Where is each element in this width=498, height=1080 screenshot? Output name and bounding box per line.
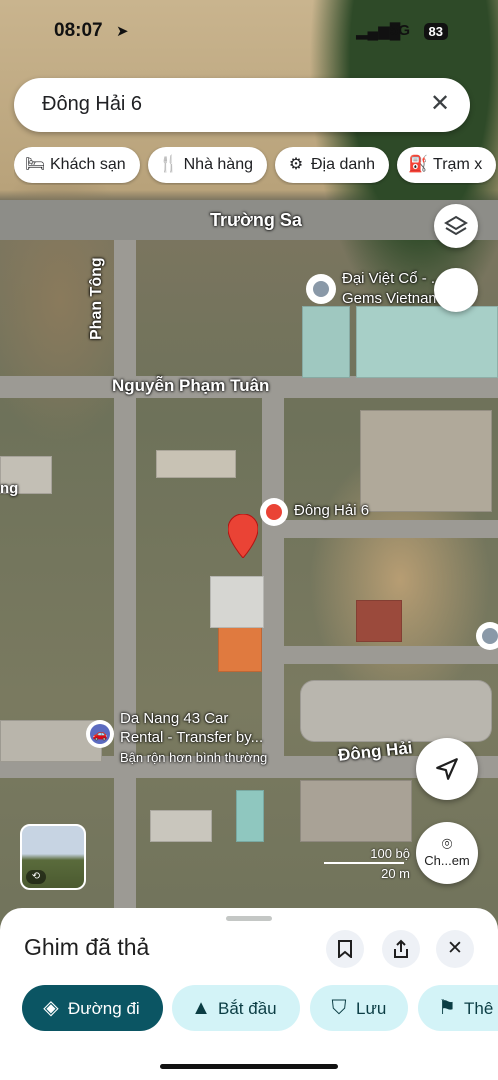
road-central — [262, 398, 284, 778]
compass-icon — [448, 286, 464, 294]
building-orange-roof — [218, 626, 262, 672]
directions-button[interactable]: ◈ Đường đi — [22, 985, 163, 1031]
status-network: 5G — [390, 22, 411, 39]
drag-handle[interactable] — [226, 916, 272, 921]
chip-label: Địa danh — [311, 156, 376, 173]
save-icon-button[interactable] — [326, 930, 364, 968]
scale-bar — [324, 862, 404, 864]
bookmark-icon — [338, 940, 352, 960]
scale-metric: 20 m — [381, 866, 410, 881]
layers-button[interactable] — [434, 204, 478, 248]
search-input[interactable]: Đông Hải 6 — [42, 93, 142, 116]
status-time: 08:07 — [54, 20, 103, 41]
start-label: Bắt đầu — [218, 999, 277, 1018]
bottom-sheet[interactable]: Ghim đã thả ✕ ◈ Đường đi ▲ Bắt đầu ⛉ Lưu ⚑ T… — [0, 908, 498, 1080]
flag-icon: ⚑ — [438, 997, 456, 1019]
close-sheet-button[interactable]: ✕ — [436, 930, 474, 968]
place-status-car-rental: Bận rộn hơn bình thường — [120, 750, 268, 765]
status-bar: 08:07 ➤ ▂▄▆█ 5G 83 — [0, 18, 498, 50]
search-bar[interactable]: Đông Hải 6 ✕ — [14, 78, 470, 132]
home-indicator[interactable] — [160, 1064, 338, 1069]
red-pin-dot-icon — [266, 504, 282, 520]
buildings-bottom-right — [300, 780, 412, 842]
camera-icon: ⌾ — [441, 834, 453, 854]
chip-landmarks[interactable]: ⚙ Địa danh — [275, 147, 390, 183]
street-label-phan-tong: Phan Tông — [88, 257, 105, 340]
location-arrow-icon: ➤ — [116, 23, 129, 40]
place-marker-dai-viet[interactable] — [306, 274, 336, 304]
chip-label: Trạm x — [433, 156, 483, 173]
buildings-bottom — [150, 810, 212, 842]
buildings-right — [360, 410, 492, 512]
place-marker-car-rental[interactable]: 🚗 — [86, 720, 114, 748]
recenter-button[interactable] — [416, 738, 478, 800]
dropped-pin-icon[interactable] — [228, 514, 258, 558]
plaza — [300, 680, 492, 742]
bed-icon: 🛏 — [24, 156, 46, 173]
road-phan-tong — [114, 240, 136, 908]
label-button[interactable]: ⚑ Thê — [418, 985, 498, 1031]
directions-label: Đường đi — [68, 999, 140, 1018]
place-marker-right-edge[interactable] — [476, 622, 498, 650]
navigation-arrow-icon: ▲ — [191, 997, 211, 1019]
scale-imperial: 100 bộ — [370, 846, 410, 861]
chip-label: Khách sạn — [50, 156, 126, 173]
label-label: Thê — [464, 999, 494, 1018]
building-red — [356, 600, 402, 642]
rotate-360-icon: ⟲ — [26, 870, 46, 884]
share-icon — [394, 939, 408, 958]
chip-restaurants[interactable]: 🍴 Nhà hàng — [147, 147, 267, 183]
lens-button[interactable]: ⌾ Ch...em — [416, 822, 478, 884]
chip-gas[interactable]: ⛽ Trạm x — [397, 147, 497, 183]
street-label-nguyen-pham-tuan: Nguyễn Phạm Tuân — [112, 376, 270, 395]
save-label: Lưu — [356, 999, 387, 1018]
street-view-thumbnail[interactable]: ⟲ — [20, 824, 86, 890]
gas-station-icon: ⛽ — [408, 156, 428, 173]
share-button[interactable] — [382, 930, 420, 968]
chip-hotels[interactable]: 🛏 Khách sạn — [14, 147, 140, 183]
close-icon[interactable]: ✕ — [424, 88, 456, 120]
bookmark-icon: ⛉ — [331, 997, 347, 1019]
place-label-dai-viet-2: Gems Vietnam — [342, 290, 441, 307]
place-dot-icon — [482, 628, 498, 644]
lens-label: Ch...em — [424, 853, 470, 868]
place-label-car-rental-1: Da Nang 43 Car — [120, 710, 229, 727]
save-button[interactable]: ⛉ Lưu — [310, 985, 408, 1031]
road-dong-hai-6 — [280, 520, 498, 538]
category-chips: 🛏 Khách sạn 🍴 Nhà hàng ⚙ Địa danh ⛽ Trạm x — [14, 147, 498, 185]
start-button[interactable]: ▲ Bắt đầu — [172, 985, 300, 1031]
place-dot-icon — [313, 281, 329, 297]
battery-icon: 83 — [423, 23, 448, 40]
layers-icon — [444, 215, 468, 236]
car-icon: 🚗 — [90, 724, 110, 744]
place-marker-dong-hai-6[interactable] — [260, 498, 288, 526]
building-grey-roof — [210, 576, 264, 628]
place-label-dong-hai-6: Đông Hải 6 — [294, 502, 370, 519]
place-label-car-rental-2: Rental - Transfer by... — [120, 729, 264, 746]
compass-button[interactable] — [434, 268, 478, 312]
chip-label: Nhà hàng — [183, 156, 253, 173]
building-teal — [236, 790, 264, 842]
buildings-left-lower — [0, 720, 102, 762]
navigation-arrow-icon — [436, 758, 458, 780]
close-icon: ✕ — [447, 938, 463, 959]
sheet-title: Ghim đã thả — [24, 934, 150, 960]
restaurant-icon: 🍴 — [158, 156, 179, 173]
street-label-truong-sa: Trường Sa — [210, 210, 302, 230]
directions-icon: ◈ — [43, 997, 59, 1019]
landmark-icon: ⚙ — [288, 156, 304, 173]
map-scale: 100 bộ 20 m — [320, 846, 410, 881]
building-block — [156, 450, 236, 478]
road-lower — [280, 646, 498, 664]
building-warehouse-large — [356, 306, 498, 378]
building-warehouse — [302, 306, 350, 378]
left-edge-label: ng — [0, 480, 19, 497]
